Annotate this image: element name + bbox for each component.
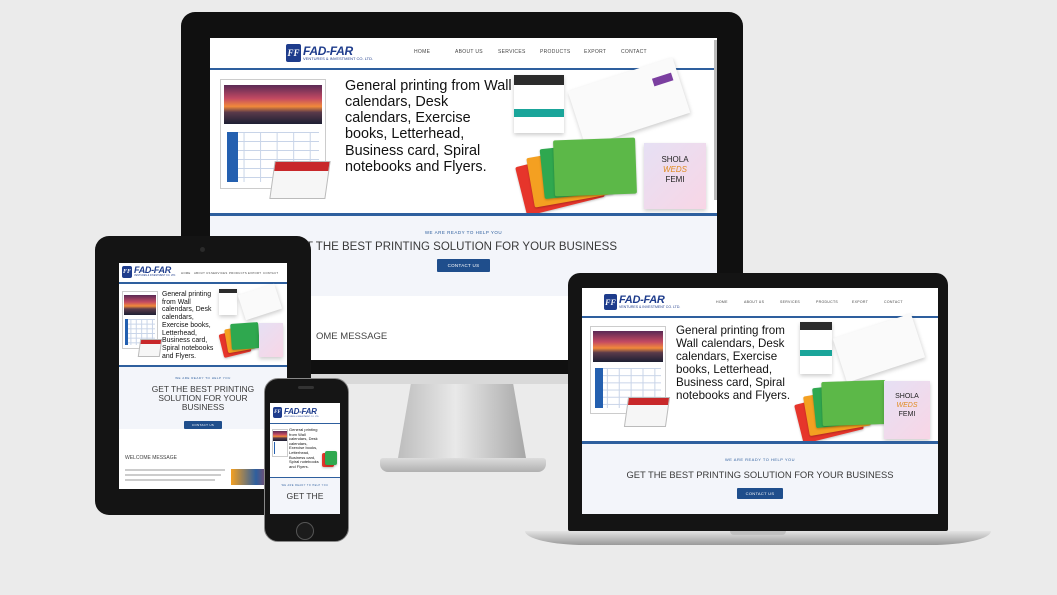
exercise-books-image	[218, 321, 261, 361]
cta-headline: T THE BEST PRINTING SOLUTION FOR YOUR BU…	[306, 241, 617, 253]
nav-contact[interactable]: CONTACT	[884, 300, 903, 304]
nav-about-us[interactable]: ABOUT US	[194, 271, 211, 275]
nav-export[interactable]: EXPORT	[248, 271, 263, 275]
nav-about-us[interactable]: ABOUT US	[455, 49, 498, 55]
logo-mark-icon: FF	[604, 294, 617, 310]
logo-tagline: VENTURES & INVESTMENT CO. LTD.	[284, 415, 320, 418]
phone-nav-rule	[270, 423, 340, 424]
nav-services[interactable]: SERVICES	[211, 271, 229, 275]
cta-kicker: WE ARE READY TO HELP YOU	[175, 376, 231, 380]
nav-export[interactable]: EXPORT	[584, 49, 621, 55]
laptop-cta-band: WE ARE READY TO HELP YOU GET THE BEST PR…	[582, 444, 938, 514]
nav-products[interactable]: PRODUCTS	[229, 271, 248, 275]
desk-calendar-image	[137, 339, 163, 357]
cta-kicker: WE ARE READY TO HELP YOU	[424, 230, 503, 235]
tablet-nav-rule	[119, 282, 287, 284]
laptop-hero: General printing from Wall calendars, De…	[582, 313, 938, 444]
phone-navbar: FF FAD-FAR VENTURES & INVESTMENT CO. LTD…	[270, 403, 340, 423]
nav-contact[interactable]: CONTACT	[263, 271, 278, 275]
cta-kicker: WE ARE READY TO HELP YOU	[281, 484, 329, 487]
cta-headline: GET THE	[286, 491, 324, 501]
desktop-logo[interactable]: FF FAD-FAR VENTURES & INVESTMENT CO. LTD…	[286, 44, 373, 62]
wedding-name-2: FEMI	[898, 410, 916, 418]
nav-services[interactable]: SERVICES	[498, 49, 540, 55]
tablet-site-preview: FF FAD-FAR VENTURES & INVESTMENT CO. LTD…	[119, 263, 287, 489]
laptop-menu: HOME ABOUT US SERVICES PRODUCTS EXPORT C…	[716, 300, 903, 304]
wedding-card-image: SHOLA WEDS FEMI	[644, 143, 706, 209]
wedding-card-image: SHOLA WEDS FEMI	[884, 381, 930, 439]
desktop-navbar: FF FAD-FAR VENTURES & INVESTMENT CO. LTD…	[210, 38, 717, 68]
desktop-menu: HOME ABOUT US SERVICES PRODUCTS EXPORT C…	[414, 49, 647, 55]
nav-home[interactable]: HOME	[716, 300, 744, 304]
wedding-name-1: SHOLA	[661, 155, 689, 164]
phone-speaker	[298, 386, 314, 389]
phone-hero: General printing from Wall calendars, De…	[270, 425, 340, 477]
wedding-weds: WEDS	[896, 401, 918, 409]
wall-calendar-image	[272, 429, 288, 457]
tablet-welcome-section: WELCOME MESSAGE	[119, 429, 287, 489]
tablet-hero: General printing from Wall calendars, De…	[119, 283, 287, 365]
nav-export[interactable]: EXPORT	[852, 300, 884, 304]
nav-services[interactable]: SERVICES	[780, 300, 816, 304]
desktop-scrollbar[interactable]	[714, 40, 717, 200]
laptop-notch	[730, 531, 786, 535]
logo-mark-icon: FF	[286, 44, 301, 62]
desktop-hero-text: General printing from Wall calendars, De…	[345, 78, 512, 175]
logo-mark-icon: FF	[122, 266, 132, 278]
tablet-hero-text: General printing from Wall calendars, De…	[162, 291, 214, 360]
logo-mark-icon: FF	[273, 407, 282, 418]
logo-name: FAD-FAR	[284, 406, 317, 416]
phone-hero-text: General printing from Wall calendars, De…	[289, 427, 319, 469]
cta-headline: GET THE BEST PRINTING SOLUTION FOR YOUR …	[151, 384, 255, 413]
welcome-title: WELCOME MESSAGE	[125, 455, 177, 461]
logo-tagline: VENTURES & INVESTMENT CO. LTD.	[619, 304, 681, 309]
wedding-weds: WEDS	[663, 165, 687, 174]
business-card-image	[567, 57, 691, 147]
cta-contact-button[interactable]: CONTACT US	[183, 420, 223, 429]
phone-home-button[interactable]	[296, 522, 314, 540]
laptop-navbar: FF FAD-FAR VENTURES & INVESTMENT CO. LTD…	[582, 288, 938, 316]
phone-cta-band: WE ARE READY TO HELP YOU GET THE	[270, 478, 340, 514]
welcome-title: OME MESSAGE	[316, 331, 388, 342]
laptop-site-preview: FF FAD-FAR VENTURES & INVESTMENT CO. LTD…	[582, 288, 938, 514]
logo-tagline: VENTURES & INVESTMENT CO. LTD.	[303, 56, 374, 61]
tablet-camera	[200, 247, 205, 252]
desk-calendar-image	[269, 161, 331, 199]
letterhead-image	[800, 322, 832, 374]
wedding-card-image	[259, 323, 283, 357]
exercise-books-image	[322, 449, 338, 471]
business-card-image	[237, 283, 283, 321]
nav-home[interactable]: HOME	[181, 271, 194, 275]
laptop-nav-rule	[582, 316, 938, 318]
nav-products[interactable]: PRODUCTS	[816, 300, 852, 304]
laptop-hero-text: General printing from Wall calendars, De…	[676, 324, 791, 402]
tablet-cta-band: WE ARE READY TO HELP YOU GET THE BEST PR…	[119, 367, 287, 429]
business-card-image	[832, 313, 926, 383]
letterhead-image	[514, 75, 564, 133]
desktop-hero: General printing from Wall calendars, De…	[210, 57, 717, 216]
tablet-menu: HOME ABOUT US SERVICES PRODUCTS EXPORT C…	[181, 271, 278, 275]
nav-about-us[interactable]: ABOUT US	[744, 300, 780, 304]
cta-headline: GET THE BEST PRINTING SOLUTION FOR YOUR …	[626, 469, 894, 480]
wedding-name-1: SHOLA	[895, 393, 919, 400]
logo-tagline: VENTURES & INVESTMENT CO. LTD.	[134, 274, 176, 278]
nav-products[interactable]: PRODUCTS	[540, 49, 584, 55]
desktop-monitor-stand	[398, 384, 526, 458]
nav-contact[interactable]: CONTACT	[621, 49, 647, 55]
letterhead-image	[219, 289, 237, 315]
wedding-name-2: FEMI	[665, 175, 685, 184]
desk-calendar-image	[623, 397, 671, 427]
exercise-books-image	[794, 379, 888, 444]
phone-site-preview: FF FAD-FAR VENTURES & INVESTMENT CO. LTD…	[270, 403, 340, 514]
nav-home[interactable]: HOME	[414, 49, 455, 55]
cta-contact-button[interactable]: CONTACT US	[436, 259, 491, 272]
exercise-books-image	[515, 135, 642, 216]
tablet-logo[interactable]: FF FAD-FAR VENTURES & INVESTMENT CO. LTD…	[122, 266, 176, 278]
cta-kicker: WE ARE READY TO HELP YOU	[724, 457, 796, 462]
tablet-navbar: FF FAD-FAR VENTURES & INVESTMENT CO. LTD…	[119, 263, 287, 282]
phone-logo[interactable]: FF FAD-FAR VENTURES & INVESTMENT CO. LTD…	[273, 407, 319, 418]
desktop-monitor-base	[380, 458, 546, 472]
laptop-logo[interactable]: FF FAD-FAR VENTURES & INVESTMENT CO. LTD…	[604, 294, 680, 310]
cta-contact-button[interactable]: CONTACT US	[736, 488, 784, 499]
